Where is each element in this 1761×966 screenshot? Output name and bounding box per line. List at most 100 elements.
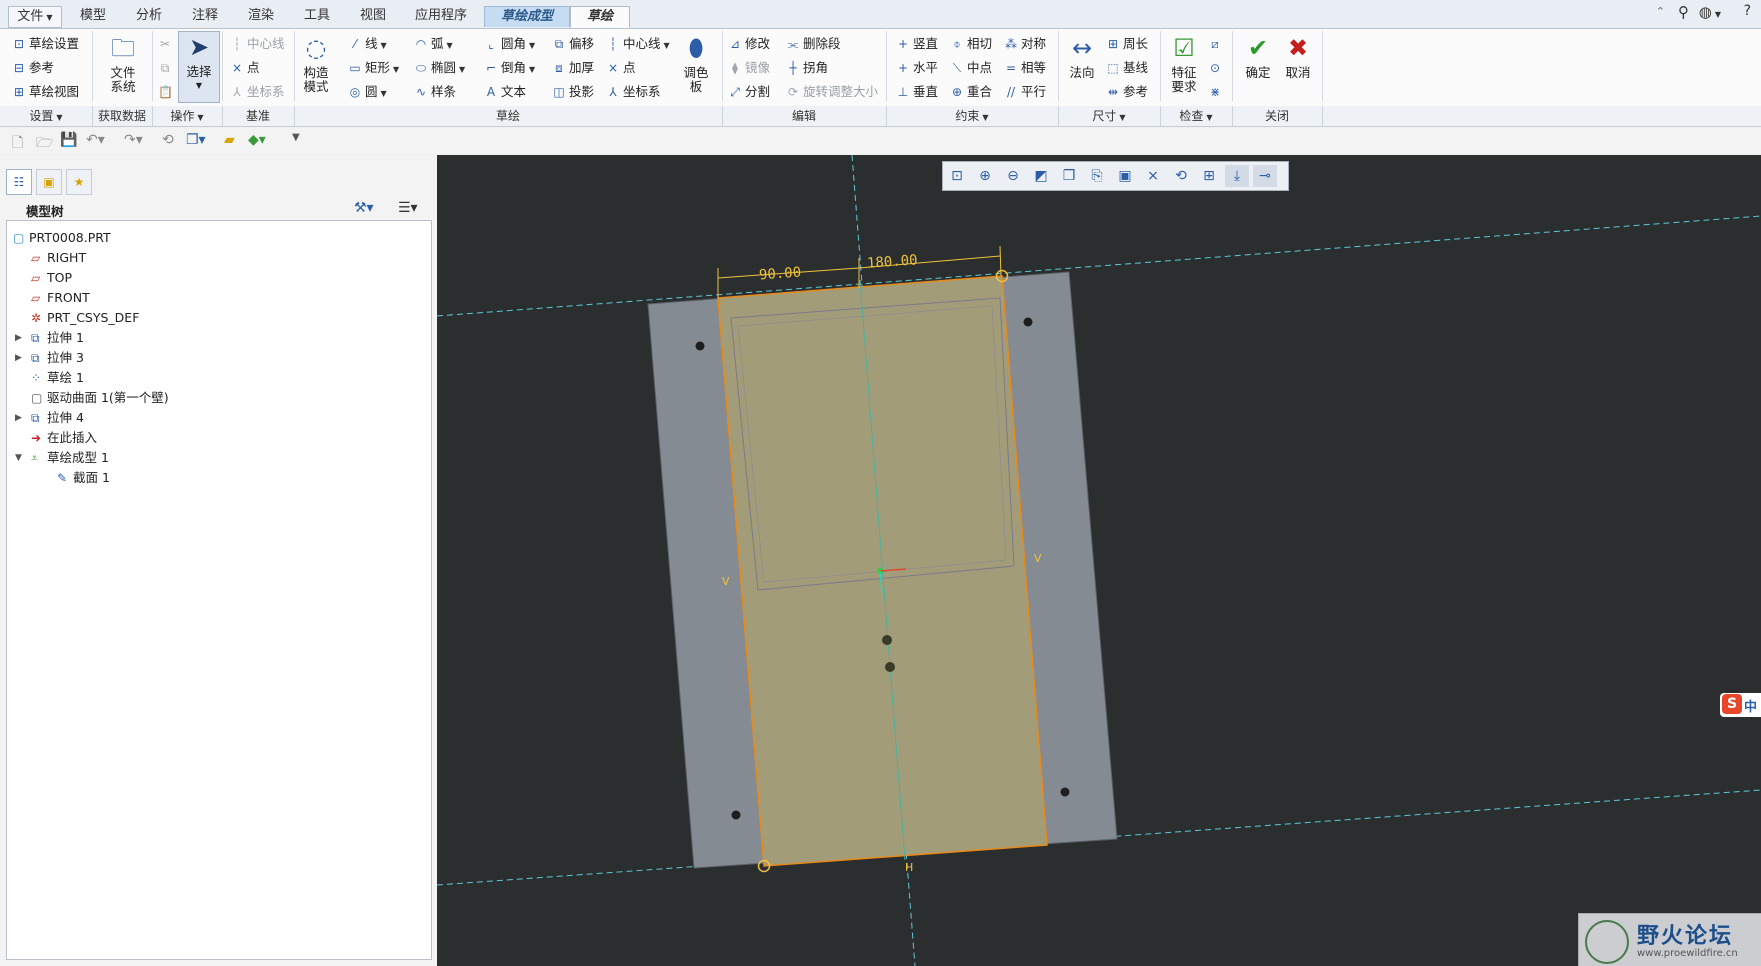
equal-constraint-button[interactable]: = 相等 bbox=[1004, 59, 1046, 77]
perpendicular-constraint-button[interactable]: ⊥ 垂直 bbox=[896, 83, 938, 101]
group-constrain[interactable]: 约束 ▼ bbox=[886, 106, 1059, 126]
undo-icon[interactable]: ↶▾ bbox=[86, 132, 105, 148]
mirror-button[interactable]: ⧫ 镜像 bbox=[728, 59, 770, 77]
line-button[interactable]: ⁄ 线 ▼ bbox=[348, 35, 387, 53]
modify-button[interactable]: ⊿ 修改 bbox=[728, 35, 770, 53]
rotate-resize-button[interactable]: ⟳ 旋转调整大小 bbox=[786, 83, 878, 101]
divide-button[interactable]: ⤢ 分割 bbox=[728, 83, 770, 101]
tab-file[interactable]: 文件 ▼ bbox=[8, 6, 62, 28]
tab-applications[interactable]: 应用程序 bbox=[402, 6, 480, 26]
corner-button[interactable]: ┼ 拐角 bbox=[786, 59, 828, 77]
view-manager-icon[interactable]: ▣ bbox=[1113, 165, 1137, 187]
tangent-constraint-button[interactable]: ⌽ 相切 bbox=[950, 35, 992, 53]
tab-render[interactable]: 渲染 bbox=[234, 6, 288, 26]
collapse-icon[interactable]: ▼ bbox=[15, 453, 22, 463]
saved-orientations-icon[interactable]: ⎘ bbox=[1085, 165, 1109, 187]
tree-node-extrude-3[interactable]: ⧉ 拉伸 3 bbox=[31, 349, 84, 367]
tab-sketch[interactable]: 草绘 bbox=[570, 6, 630, 28]
thicken-button[interactable]: ⧈ 加厚 bbox=[552, 59, 594, 77]
parallel-constraint-button[interactable]: //平行 bbox=[1004, 83, 1046, 101]
save-icon[interactable]: 💾 bbox=[60, 132, 77, 148]
ime-indicator[interactable]: S 中 bbox=[1720, 693, 1761, 717]
references-button[interactable]: ⊟ 参考 bbox=[12, 59, 54, 77]
favorites-tab-icon[interactable]: ★ bbox=[66, 169, 92, 195]
highlight-open-ends-button[interactable]: ⋇ bbox=[1208, 83, 1225, 101]
customize-toolbar-icon[interactable]: ▼ bbox=[292, 132, 300, 143]
folder-browser-tab-icon[interactable]: ▣ bbox=[36, 169, 62, 195]
appearance-icon[interactable]: ◆▾ bbox=[248, 132, 266, 148]
sketch-canvas[interactable] bbox=[437, 155, 1761, 966]
zoom-in-icon[interactable]: ⊕ bbox=[973, 165, 997, 187]
tab-tools[interactable]: 工具 bbox=[290, 6, 344, 26]
delete-segment-button[interactable]: ⫘ 删除段 bbox=[786, 35, 841, 53]
baseline-button[interactable]: ⬚ 基线 bbox=[1106, 59, 1148, 77]
group-inspect[interactable]: 检查 ▼ bbox=[1160, 106, 1233, 126]
tab-model[interactable]: 模型 bbox=[66, 6, 120, 26]
tree-node-front[interactable]: ▱ FRONT bbox=[31, 289, 90, 307]
tree-node-driving-surface[interactable]: ▢ 驱动曲面 1(第一个壁) bbox=[31, 389, 169, 407]
tree-node-csys[interactable]: ✲ PRT_CSYS_DEF bbox=[31, 309, 139, 327]
tab-view[interactable]: 视图 bbox=[346, 6, 400, 26]
sketch-display-filters-icon[interactable]: ⊞ bbox=[1197, 165, 1221, 187]
regenerate-icon[interactable]: ⟲ bbox=[162, 132, 174, 148]
help-icon[interactable]: ◍ ▼ bbox=[1699, 3, 1721, 21]
folder-icon[interactable]: ▰ bbox=[224, 132, 235, 148]
sketch-setup-button[interactable]: ⊡ 草绘设置 bbox=[12, 35, 79, 53]
palette-button[interactable]: ⬮ 调色 板 bbox=[678, 33, 714, 94]
dimension-90[interactable]: 90.00 bbox=[758, 265, 801, 284]
datum-display-icon[interactable]: ⨯ bbox=[1141, 165, 1165, 187]
windows-icon[interactable]: ❐▾ bbox=[186, 132, 206, 148]
datum-csys-button[interactable]: ⅄ 坐标系 bbox=[230, 83, 284, 101]
datum-centerline-button[interactable]: ┆ 中心线 bbox=[230, 35, 284, 53]
sketcher-display-icon[interactable]: ⊸ bbox=[1253, 165, 1277, 187]
spline-button[interactable]: ∿ 样条 bbox=[414, 83, 456, 101]
zoom-out-icon[interactable]: ⊖ bbox=[1001, 165, 1025, 187]
construction-mode-button[interactable]: ◌ 构造 模式 bbox=[298, 33, 334, 94]
copy-button[interactable]: ⧉ bbox=[158, 59, 175, 77]
sketch-view-button[interactable]: ⊞ 草绘视图 bbox=[12, 83, 79, 101]
select-button[interactable]: ➤ 选择 ▼ bbox=[178, 31, 220, 103]
group-dimension[interactable]: 尺寸 ▼ bbox=[1058, 106, 1161, 126]
offset-button[interactable]: ⧉ 偏移 bbox=[552, 35, 594, 53]
vertical-constraint-button[interactable]: + 竖直 bbox=[896, 35, 938, 53]
open-file-icon[interactable]: 🗁 bbox=[36, 132, 53, 156]
tree-node-sketch-form-1[interactable]: ⩡ 草绘成型 1 bbox=[31, 449, 109, 467]
perimeter-button[interactable]: ⊞ 周长 bbox=[1106, 35, 1148, 53]
tree-node-sketch-1[interactable]: ⁘ 草绘 1 bbox=[31, 369, 84, 387]
cancel-button[interactable]: ✖ 取消 bbox=[1280, 33, 1316, 80]
model-tree-tab-icon[interactable]: ☷ bbox=[6, 169, 32, 195]
new-file-icon[interactable]: 🗋 bbox=[12, 132, 23, 156]
symmetric-constraint-button[interactable]: ⁂ 对称 bbox=[1004, 35, 1046, 53]
rectangle-button[interactable]: ▭ 矩形 ▼ bbox=[348, 59, 399, 77]
display-style-icon[interactable]: ❒ bbox=[1057, 165, 1081, 187]
tree-settings-icon[interactable]: ⚒▾ bbox=[354, 200, 374, 216]
refit-icon[interactable]: ⊡ bbox=[945, 165, 969, 187]
tree-node-top[interactable]: ▱ TOP bbox=[31, 269, 72, 287]
sketch-csys-button[interactable]: ⅄ 坐标系 bbox=[606, 83, 660, 101]
tree-node-extrude-1[interactable]: ⧉ 拉伸 1 bbox=[31, 329, 84, 347]
project-button[interactable]: ◫ 投影 bbox=[552, 83, 594, 101]
tab-analysis[interactable]: 分析 bbox=[122, 6, 176, 26]
fillet-button[interactable]: ⌞ 圆角 ▼ bbox=[484, 35, 535, 53]
overlap-geometry-button[interactable]: ⧄ bbox=[1208, 35, 1225, 53]
graphics-viewport[interactable]: 90.00 180.00 V V H S 中 野火论坛 www.proewild… bbox=[437, 155, 1761, 966]
spin-center-icon[interactable]: ⟲ bbox=[1169, 165, 1193, 187]
tree-filters-icon[interactable]: ☰▾ bbox=[398, 200, 418, 216]
redo-icon[interactable]: ↷▾ bbox=[124, 132, 143, 148]
datum-point-button[interactable]: × 点 bbox=[230, 59, 260, 77]
repaint-icon[interactable]: ◩ bbox=[1029, 165, 1053, 187]
shade-closed-loops-button[interactable]: ⊙ bbox=[1208, 59, 1225, 77]
normal-dimension-button[interactable]: ↔ 法向 bbox=[1064, 33, 1100, 80]
expand-icon[interactable]: ▶ bbox=[15, 333, 22, 343]
search-icon[interactable]: ⚲ bbox=[1678, 3, 1689, 21]
midpoint-constraint-button[interactable]: ⟍ 中点 bbox=[950, 59, 992, 77]
circle-button[interactable]: ◎ 圆 ▼ bbox=[348, 83, 387, 101]
horizontal-constraint-button[interactable]: + 水平 bbox=[896, 59, 938, 77]
ok-button[interactable]: ✔ 确定 bbox=[1240, 33, 1276, 80]
ellipse-button[interactable]: ⬭ 椭圆 ▼ bbox=[414, 59, 465, 77]
group-operations[interactable]: 操作 ▼ bbox=[152, 106, 223, 126]
sketch-point-button[interactable]: × 点 bbox=[606, 59, 636, 77]
text-button[interactable]: A 文本 bbox=[484, 83, 526, 101]
coincident-constraint-button[interactable]: ⊕ 重合 bbox=[950, 83, 992, 101]
paste-button[interactable]: 📋 bbox=[158, 83, 175, 101]
